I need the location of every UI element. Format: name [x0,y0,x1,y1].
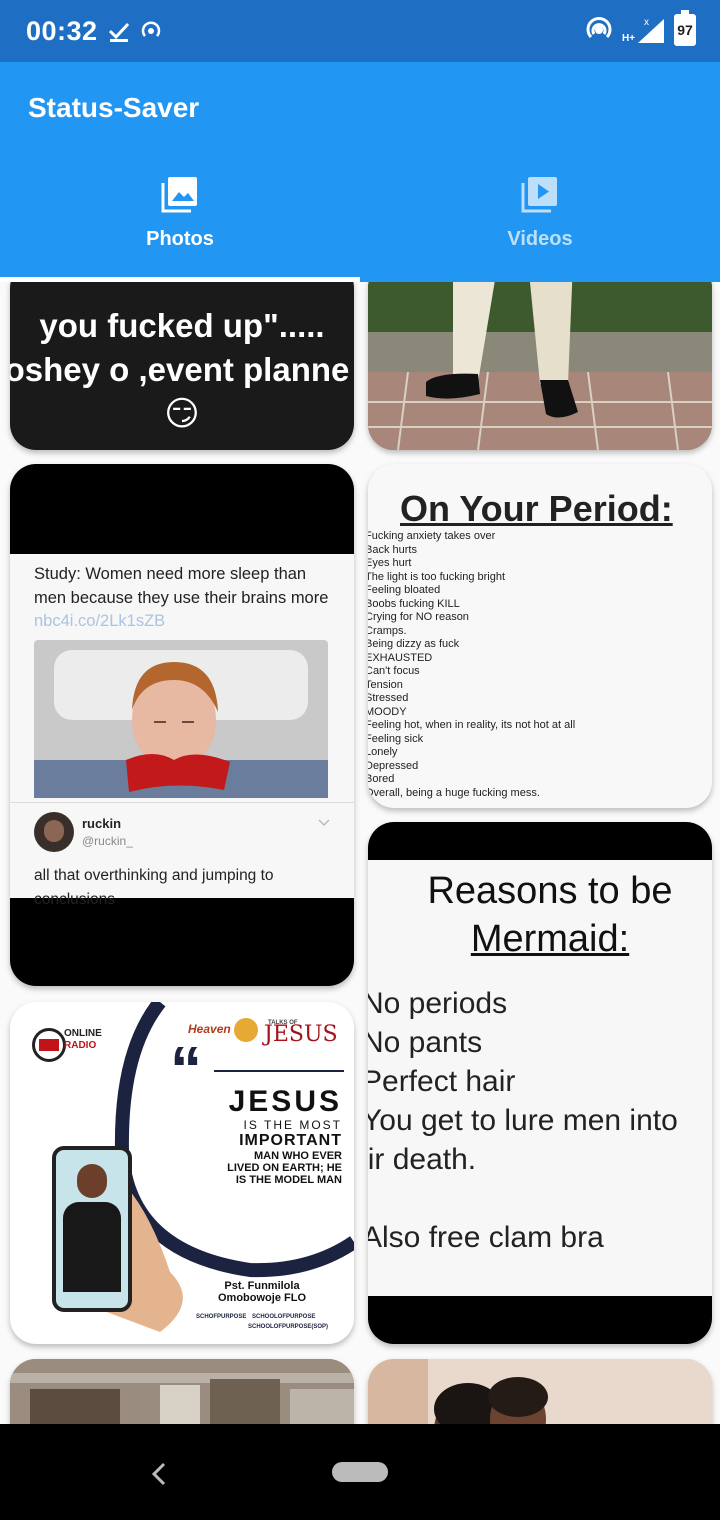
video-library-icon [521,177,557,213]
quote-most: IS THE MOST [243,1118,342,1132]
status-bar: 00:32 H+ x 97 [0,0,720,62]
hotspot-icon [141,21,160,37]
tab-photos-label: Photos [146,228,214,250]
period-line: The light is too fucking bright [368,570,506,583]
home-pill-button[interactable] [332,1462,388,1482]
speaker-block: Pst. Funmilola Omobowoje FLO [194,1280,330,1304]
period-line: Depressed [368,759,419,772]
period-line: Bored [368,773,395,785]
back-icon[interactable] [150,1460,170,1488]
battery-icon: 97 [674,10,696,46]
period-line: Stressed [368,692,409,704]
app-title: Status-Saver [28,92,200,123]
system-nav-bar [0,1424,720,1520]
mermaid-title-2: Mermaid: [470,918,630,960]
social-handle-1: SCHOFPURPOSE [196,1314,247,1320]
period-line: Feeling hot, when in reality, its not ho… [368,719,576,731]
mermaid-item: their death. [368,1143,477,1176]
building-photo [10,1359,354,1424]
quote-rest-2: LIVED ON EARTH; HE [227,1162,342,1174]
signal-icon: H+ x [622,17,664,44]
tweet-divider [10,802,354,803]
download-done-icon [108,22,129,42]
tweet-photo [34,640,328,798]
people-photo [368,1359,712,1424]
mermaid-item: No pants [368,1026,483,1059]
radio-logo-icon [32,1028,66,1062]
quote-rest-3: IS THE MODEL MAN [235,1174,342,1186]
mermaid-item [368,1179,678,1218]
quote-big: JESUS [228,1085,342,1118]
status-card-tweet[interactable]: Study: Women need more sleep than men be… [10,464,354,986]
tab-videos-label: Videos [507,228,573,250]
photo-library-icon [161,177,197,213]
period-line: Crying for NO reason [368,611,469,623]
period-line: Lonely [368,746,398,758]
radio-label-1: ONLINE [64,1028,102,1039]
status-card-building-photo[interactable] [10,1359,354,1424]
status-card-mermaid[interactable]: Reasons to be Mermaid: No periods No pan… [368,822,712,1344]
svg-text:H+: H+ [622,33,635,44]
tweet-link[interactable]: nbc4i.co/2Lk1sZB [34,612,165,631]
speaker-line-2: Omobowoje FLO [218,1292,306,1304]
status-grid[interactable]: you fucked up"..... oshey o ,event plann… [0,282,720,1424]
quote-block: JESUS IS THE MOST IMPORTANT MAN WHO EVER… [227,1085,342,1187]
social-line-1: SCHOFPURPOSE SCHOOLOFPURPOSE [196,1314,315,1320]
battery-level: 97 [677,22,693,38]
status-card-meme[interactable]: you fucked up"..... oshey o ,event plann… [10,282,354,450]
quote-mark: “ [170,1033,202,1105]
meme-line-1: you fucked up"..... [39,307,325,344]
period-line: Feeling bloated [368,584,441,596]
mermaid-item: Perfect hair [368,1065,516,1098]
phone-graphic [52,1146,132,1312]
shoes-photo [368,282,712,450]
quote-rule [214,1070,344,1072]
mermaid-item: Also free clam bra [368,1221,604,1254]
meme-emoji: 😏 [164,395,200,433]
tweet-avatar [34,812,74,852]
tab-videos[interactable]: Videos [360,174,720,282]
quote-important: IMPORTANT [239,1132,342,1149]
period-line: Can't focus [368,665,420,677]
period-title: On Your Period: [400,488,673,529]
period-line: Overall, being a huge fucking mess. [368,786,540,799]
period-line: Tension [368,678,403,691]
period-line: Feeling sick [368,732,424,745]
mermaid-items: No periods No pants Perfect hair You get… [368,984,678,1257]
mermaid-item: You get to lure men into [368,1104,678,1137]
status-card-shoes-photo[interactable] [368,282,712,450]
tweet-headline: Study: Women need more sleep than men be… [34,565,329,607]
clock: 00:32 [26,15,98,46]
social-handle-3: SCHOOLOFPURPOSE(SOP) [248,1324,329,1330]
meme-line-2: oshey o ,event planne [10,351,350,388]
period-line: Boobs fucking KILL [368,597,460,610]
chevron-down-icon[interactable] [318,818,330,828]
period-line: Eyes hurt [368,557,412,569]
radio-label-2: RADIO [64,1040,97,1051]
status-card-people-photo[interactable] [368,1359,712,1424]
social-handle-2: SCHOOLOFPURPOSE [252,1314,316,1320]
mermaid-item: No periods [368,987,508,1020]
period-line: Being dizzy as fuck [368,638,460,650]
app-bar: Status-Saver Photos Videos [0,62,720,282]
period-line: Cramps. [368,624,407,637]
period-line: Fucking anxiety takes over [368,530,496,542]
period-line: Back hurts [368,543,417,556]
svg-text:x: x [644,17,649,28]
tab-photos[interactable]: Photos [0,174,360,282]
quote-rest-1: MAN WHO EVER [254,1150,342,1162]
hotspot-icon-right [586,17,612,39]
period-lines: Fucking anxiety takes over Back hurts Ey… [368,530,709,800]
mermaid-title-1: Reasons to be [427,870,673,912]
period-line: MOODY [368,705,407,718]
tweet-user-name: ruckin [82,816,122,831]
brand-logo: JESUS [264,1022,338,1047]
tweet-reply-text: all that overthinking and jumping to con… [34,867,274,908]
period-line: EXHAUSTED [368,651,433,664]
speaker-line-1: Pst. Funmilola [224,1280,300,1292]
status-card-period-list[interactable]: On Your Period: Fucking anxiety takes ov… [368,464,712,808]
badge-icon [234,1018,258,1042]
tweet-user-handle: @ruckin_ [82,834,133,848]
status-card-jesus-flyer[interactable]: ONLINE RADIO Heaven TALKS OF JESUS “ JES… [10,1002,354,1344]
